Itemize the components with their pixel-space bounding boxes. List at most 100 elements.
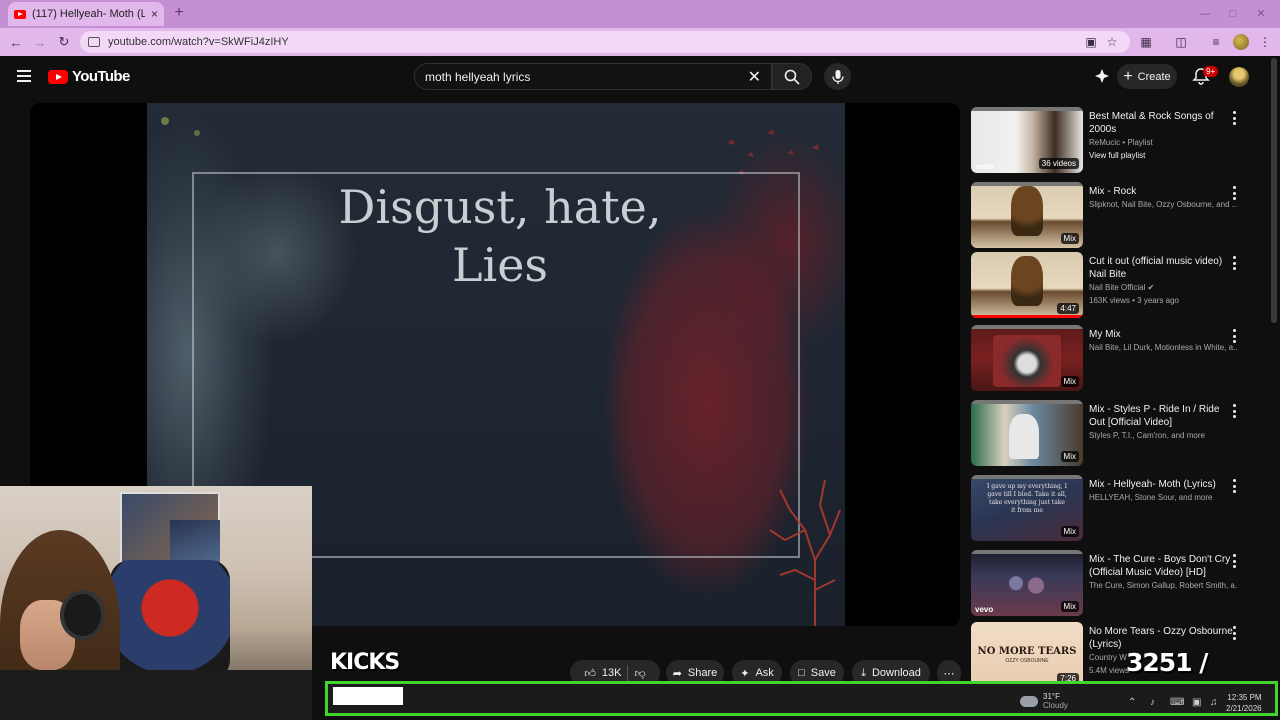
mix-badge: Mix [1060, 601, 1079, 612]
notification-badge: 9+ [1203, 66, 1219, 77]
close-window-button[interactable]: ✕ [1252, 5, 1270, 23]
video-thumbnail[interactable]: Mix [971, 400, 1083, 466]
recommendation-item[interactable]: Mix My Mix Nail Bite, Lil Durk, Motionle… [971, 325, 1261, 391]
recommendation-title: Best Metal & Rock Songs of 2000s [1089, 111, 1214, 135]
video-thumbnail[interactable]: Mix [971, 325, 1083, 391]
save-label: Save [810, 667, 836, 679]
voice-search-button[interactable] [824, 63, 851, 90]
view-count: 163K views • 3 years ago [1089, 296, 1179, 305]
browser-menu-icon[interactable]: ⋮ [1256, 33, 1274, 51]
forward-icon[interactable]: → [28, 35, 52, 50]
weather-temperature: 31°F [1043, 692, 1060, 701]
more-options-icon[interactable] [1229, 479, 1239, 493]
clock-date: 2/21/2026 [1226, 704, 1262, 713]
recommendation-item[interactable]: Mix Mix - Styles P - Ride In / Ride Out … [971, 400, 1261, 466]
network-tray-icon[interactable]: ▣ [1192, 697, 1201, 708]
keyboard-tray-icon[interactable]: ⌨ [1170, 697, 1184, 708]
youtube-favicon-icon [14, 9, 26, 19]
view-count: 5.4M views [1089, 666, 1130, 675]
recommendation-title: Mix - The Cure - Boys Don't Cry (Officia… [1089, 554, 1231, 578]
more-options-icon[interactable] [1229, 186, 1239, 200]
more-options-icon[interactable] [1229, 554, 1239, 568]
more-options-icon[interactable] [1229, 256, 1239, 270]
search-button[interactable] [772, 63, 812, 90]
new-tab-button[interactable]: + [170, 4, 188, 22]
reload-icon[interactable]: ↻ [52, 34, 76, 50]
stream-overlay-label: KICKS [330, 650, 400, 675]
split-view-icon[interactable]: ◫ [1172, 33, 1190, 51]
headphones [60, 590, 105, 640]
mix-badge: Mix [1060, 376, 1079, 387]
tab-title: (117) Hellyeah- Moth (Lyrics) [32, 8, 145, 20]
recommendation-item[interactable]: Mix Mix - Rock Slipknot, Nail Bite, Ozzy… [971, 182, 1261, 248]
hamburger-menu-icon[interactable] [17, 70, 31, 82]
video-thumbnail[interactable]: I gave up my everything, I gave till I b… [971, 475, 1083, 541]
recommendation-channel: Nail Bite, Lil Durk, Motionless in White… [1089, 343, 1237, 352]
like-count: 13K [601, 667, 622, 679]
ai-sparkle-icon[interactable] [1094, 68, 1110, 84]
video-thumbnail[interactable]: Mix [971, 182, 1083, 248]
page-scrollbar[interactable] [1271, 58, 1277, 323]
create-button[interactable]: + Create [1117, 64, 1177, 89]
back-icon[interactable]: ← [4, 35, 28, 50]
lyric-line-1: Disgust, hate, [338, 180, 662, 234]
recommendation-channel: Nail Bite Official ✔ [1089, 281, 1237, 294]
search-query: moth hellyeah lyrics [425, 69, 531, 84]
recommendation-item[interactable]: 4:47 Cut it out (official music video) N… [971, 252, 1261, 318]
maximize-button[interactable]: □ [1224, 5, 1242, 23]
recommendation-channel: The Cure, Simon Gallup, Robert Smith, a.… [1089, 581, 1237, 590]
view-full-playlist-link[interactable]: View full playlist [1089, 149, 1237, 162]
more-options-icon[interactable] [1229, 329, 1239, 343]
recommendation-title: Mix - Styles P - Ride In / Ride Out [Off… [1089, 404, 1220, 428]
recommendation-title: Cut it out (official music video) Nail B… [1089, 256, 1223, 280]
browser-tab-strip [0, 0, 1280, 28]
recommendation-channel: Styles P, T.I., Cam'ron, and more [1089, 431, 1205, 440]
tray-expand-icon[interactable]: ⌃ [1128, 697, 1136, 708]
browser-tab[interactable]: (117) Hellyeah- Moth (Lyrics) × [8, 2, 164, 26]
clear-search-icon[interactable]: ✕ [748, 67, 761, 87]
minimize-button[interactable]: — [1196, 5, 1214, 23]
more-options-icon[interactable] [1229, 111, 1239, 125]
address-bar[interactable]: youtube.com/watch?v=SkWFiJ4zIHY [80, 31, 1130, 53]
download-label: Download [871, 667, 921, 679]
overlay-white-box [333, 687, 403, 705]
system-clock[interactable]: 12:35 PM 2/21/2026 [1226, 692, 1262, 714]
youtube-logo-text: YouTube [72, 68, 130, 85]
like-divider [627, 665, 629, 681]
account-avatar[interactable] [1229, 67, 1249, 87]
recommendation-title: Mix - Hellyeah- Moth (Lyrics) [1089, 479, 1216, 490]
microphone-icon [831, 69, 844, 84]
reading-list-icon[interactable]: ≡ [1207, 33, 1225, 51]
video-thumbnail[interactable]: vevo Mix [971, 550, 1083, 616]
more-options-icon[interactable] [1229, 626, 1239, 640]
youtube-logo[interactable]: YouTube [48, 68, 130, 85]
weather-condition: Cloudy [1043, 701, 1068, 710]
more-options-icon[interactable] [1229, 404, 1239, 418]
tab-close-button[interactable]: × [151, 7, 158, 21]
recommendation-item[interactable]: I gave up my everything, I gave till I b… [971, 475, 1261, 541]
recommendation-channel: HELLYEAH, Stone Sour, and more [1089, 493, 1213, 502]
recommendation-item[interactable]: NO MORE TEARS OZZY OSBOURNE 7:26 No More… [971, 622, 1261, 688]
search-input[interactable]: moth hellyeah lyrics ✕ [414, 63, 772, 90]
video-thumbnail[interactable]: NO MORE TEARS OZZY OSBOURNE 7:26 [971, 622, 1083, 688]
more-horizontal-icon: ⋯ [943, 667, 955, 680]
recommendation-item[interactable]: vevo Mix Mix - The Cure - Boys Don't Cry… [971, 550, 1261, 616]
video-thumbnail[interactable]: vevo 36 videos [971, 107, 1083, 173]
site-info-icon[interactable] [88, 37, 100, 47]
weather-widget[interactable]: 31°F Cloudy [1020, 692, 1068, 710]
bookmark-star-icon[interactable]: ☆ [1103, 33, 1121, 51]
install-app-icon[interactable]: ▣ [1082, 33, 1100, 51]
youtube-play-icon [48, 69, 68, 84]
mix-badge: Mix [1060, 451, 1079, 462]
video-thumbnail[interactable]: 4:47 [971, 252, 1083, 318]
vevo-logo: vevo [975, 605, 994, 614]
extensions-icon[interactable]: ▦ [1137, 33, 1155, 51]
clock-time: 12:35 PM [1227, 693, 1262, 702]
recommendation-item[interactable]: vevo 36 videos Best Metal & Rock Songs o… [971, 107, 1261, 173]
vevo-logo: vevo [975, 162, 994, 171]
microphone-tray-icon[interactable]: ♪ [1150, 697, 1155, 708]
like-icon[interactable]: 👍︎ [584, 667, 596, 680]
profile-avatar[interactable] [1233, 34, 1249, 50]
volume-tray-icon[interactable]: ♫ [1210, 697, 1218, 708]
dislike-icon[interactable]: 👎︎ [634, 667, 645, 680]
